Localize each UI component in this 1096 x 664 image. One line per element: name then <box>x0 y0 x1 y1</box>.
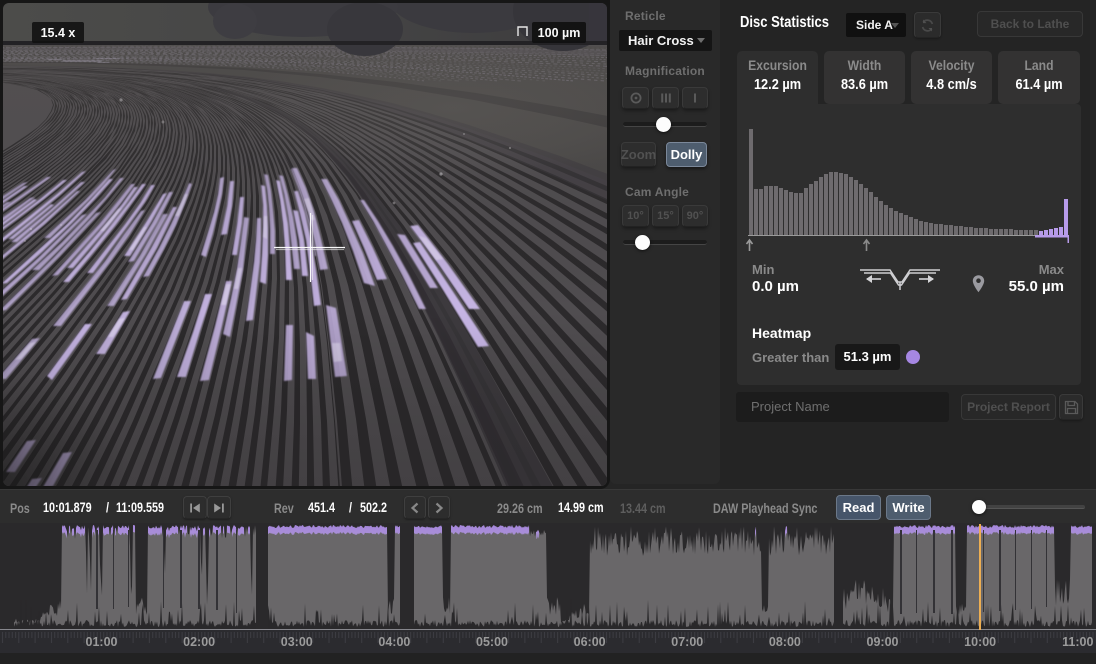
svg-text:15.4 x: 15.4 x <box>41 26 76 40</box>
svg-text:100 µm: 100 µm <box>538 26 581 40</box>
